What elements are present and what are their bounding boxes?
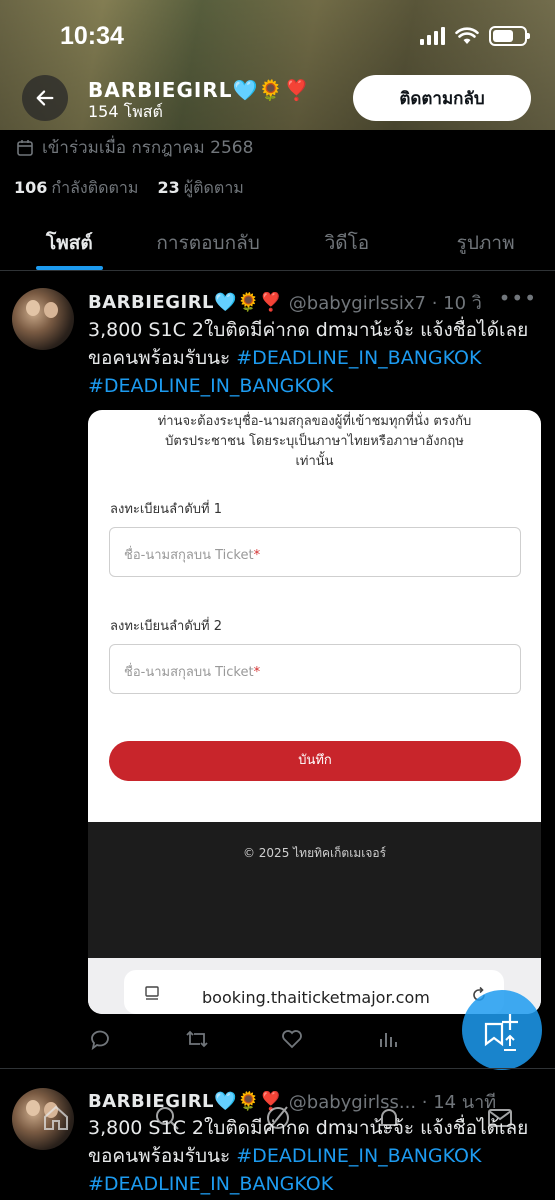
post-text: 3,800 S1C 2ใบติดมีค่ากด dmมาน้ะจ้ะ แจ้งช… (88, 319, 529, 397)
following-link[interactable]: 106 กำลังติดตาม (14, 178, 138, 197)
post-divider (0, 1068, 555, 1069)
image-name-field-1: ชื่อ-นามสกุลบน Ticket* (109, 527, 521, 577)
views-icon (380, 1033, 397, 1047)
back-button[interactable] (22, 75, 68, 121)
heart-icon (282, 1030, 302, 1049)
status-icons (420, 26, 530, 46)
follow-back-button[interactable]: ติดตามกลับ (353, 75, 531, 121)
tab-videos[interactable]: วิดีโอ (278, 215, 417, 270)
post-handle-time: @babygirlssix7 · 10 วิ (288, 293, 482, 314)
post-image[interactable]: ท่านจะต้องระบุชื่อ-นามสกุลของผู้ที่เข้าช… (88, 410, 541, 1014)
image-label-1: ลงทะเบียนลำดับที่ 1 (110, 502, 222, 517)
hashtag-link[interactable]: #DEADLINE_IN_BANGKOK (88, 1173, 333, 1195)
grok-icon (266, 1106, 289, 1130)
profile-tabs: โพสต์ การตอบกลับ วิดีโอ รูปภาพ (0, 215, 555, 271)
hashtag-link[interactable]: #DEADLINE_IN_BANGKOK (236, 1145, 481, 1167)
arrow-left-icon (36, 90, 54, 106)
wifi-icon (455, 27, 479, 44)
repost-button[interactable] (184, 1024, 280, 1054)
joined-text: เข้าร่วมเมื่อ กรกฎาคม 2568 (42, 138, 254, 158)
profile-post-count: 154 โพสต์ (88, 102, 163, 121)
image-footer-text: © 2025 ไทยทิคเก็ตเมเจอร์ (242, 846, 387, 860)
tab-photos[interactable]: รูปภาพ (416, 215, 555, 270)
image-intro-text: ท่านจะต้องระบุชื่อ-นามสกุลของผู้ที่เข้าช… (157, 414, 472, 469)
search-tab[interactable] (147, 1098, 187, 1138)
post-header: BARBIEGIRL🩵🌻❣️ @babygirlssix7 · 10 วิ (88, 288, 482, 317)
page-icon (145, 986, 159, 1000)
signal-icon (420, 27, 445, 45)
bell-icon (379, 1109, 398, 1129)
hashtag-link[interactable]: #DEADLINE_IN_BANGKOK (88, 375, 333, 397)
like-button[interactable] (280, 1024, 376, 1054)
post-author-name[interactable]: BARBIEGIRL🩵🌻❣️ (88, 292, 283, 313)
joined-date: เข้าร่วมเมื่อ กรกฎาคม 2568 (16, 134, 253, 161)
bottom-navigation (0, 1090, 555, 1146)
notifications-tab[interactable] (369, 1098, 409, 1138)
follow-counts: 106 กำลังติดตาม 23 ผู้ติดตาม (14, 176, 244, 201)
image-label-2: ลงทะเบียนลำดับที่ 2 (110, 619, 222, 634)
profile-name: BARBIEGIRL🩵🌻❣️ (88, 78, 311, 102)
compose-button[interactable] (462, 990, 542, 1070)
battery-icon (489, 26, 530, 46)
status-time: 10:34 (60, 22, 124, 50)
views-button[interactable] (376, 1024, 472, 1054)
hashtag-link[interactable]: #DEADLINE_IN_BANGKOK (236, 347, 481, 369)
image-save-button: บันทึก (109, 741, 521, 781)
reply-icon (91, 1030, 109, 1051)
image-url-text: booking.thaiticketmajor.com (202, 988, 430, 1007)
home-icon (43, 1105, 68, 1130)
repost-icon (186, 1030, 208, 1048)
home-tab[interactable] (36, 1098, 76, 1138)
grok-tab[interactable] (258, 1098, 298, 1138)
tab-replies[interactable]: การตอบกลับ (139, 215, 278, 270)
image-name-field-2: ชื่อ-นามสกุลบน Ticket* (109, 644, 521, 694)
more-options-icon[interactable]: ••• (499, 286, 537, 310)
search-icon (155, 1107, 179, 1130)
avatar[interactable] (12, 288, 74, 350)
mail-icon (487, 1109, 512, 1127)
calendar-icon (17, 139, 33, 156)
reply-button[interactable] (88, 1024, 184, 1054)
compose-icon (484, 1014, 518, 1051)
messages-tab[interactable] (480, 1098, 520, 1138)
followers-link[interactable]: 23 ผู้ติดตาม (158, 178, 244, 197)
tab-posts[interactable]: โพสต์ (0, 215, 139, 270)
